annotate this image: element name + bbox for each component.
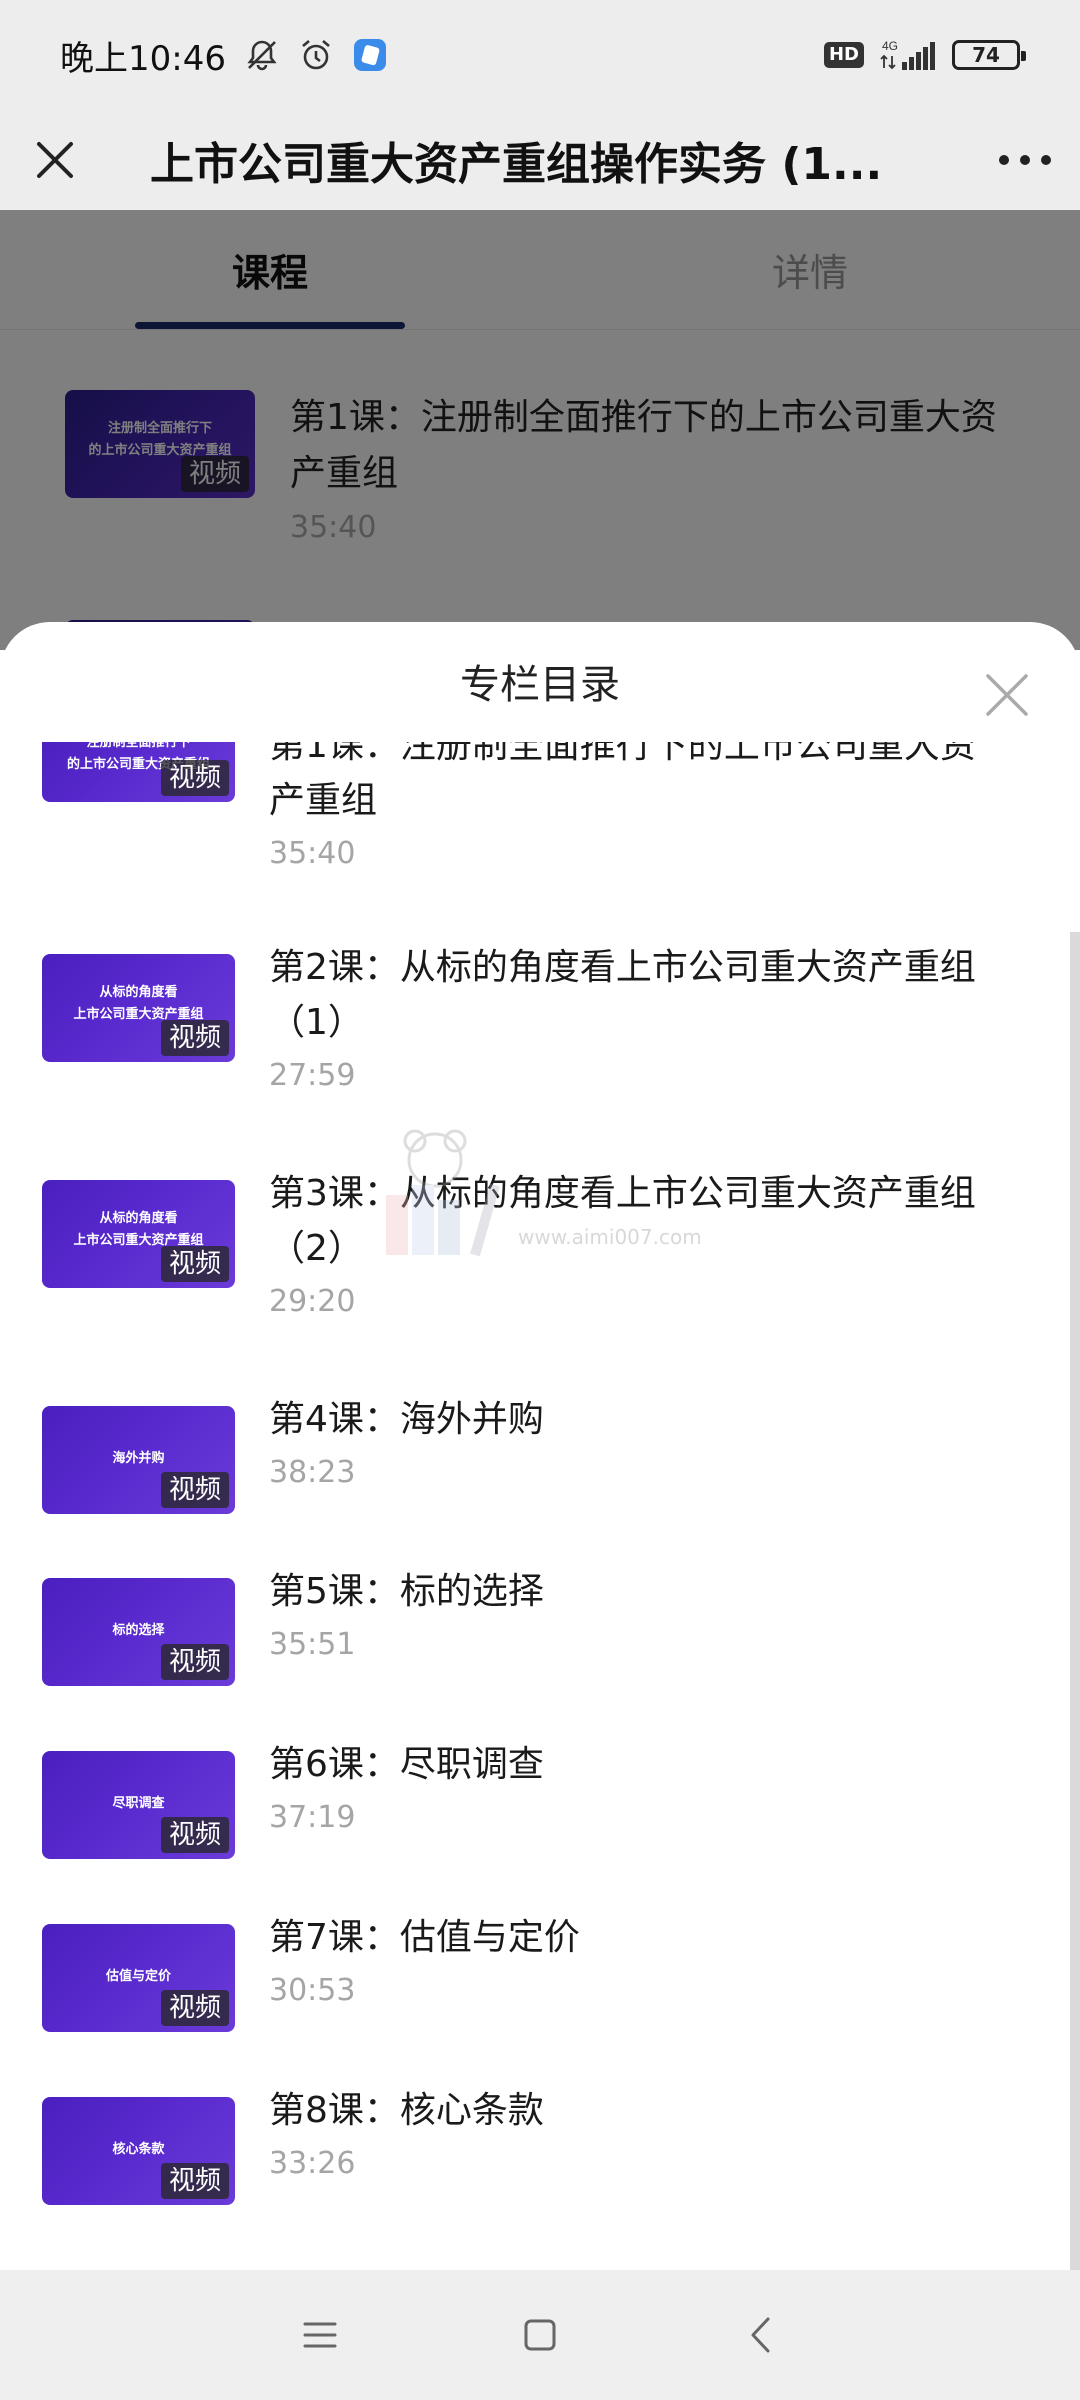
lesson-title: 第1课：注册制全面推行下的上市公司重大资产重组 bbox=[269, 742, 976, 821]
thumbnail-caption-line: 从标的角度看 bbox=[99, 1211, 178, 1226]
lesson-thumbnail: 标的选择 视频 bbox=[42, 1578, 235, 1686]
lesson-thumbnail: 尽职调查 视频 bbox=[42, 1751, 235, 1859]
lesson-thumbnail: 注册制全面推行下 的上市公司重大资产重组 视频 bbox=[42, 742, 235, 802]
lesson-title: 第6课：尽职调查 bbox=[269, 1744, 544, 1785]
lesson-text: 第1课：注册制全面推行下的上市公司重大资产重组 35:40 bbox=[269, 742, 1009, 874]
video-badge: 视频 bbox=[160, 1472, 229, 1508]
home-icon bbox=[524, 2319, 556, 2351]
lesson-title: 第5课：标的选择 bbox=[269, 1571, 544, 1612]
lesson-title: 第3课：从标的角度看上市公司重大资产重组（2） bbox=[269, 1173, 976, 1269]
lesson-thumbnail: 从标的角度看 上市公司重大资产重组 视频 bbox=[42, 1180, 235, 1288]
system-nav-bar bbox=[0, 2270, 1080, 2400]
thumbnail-caption: 海外并购 bbox=[42, 1448, 235, 1470]
sheet-close-button[interactable] bbox=[984, 672, 1030, 718]
lesson-title: 第2课：从标的角度看上市公司重大资产重组（1） bbox=[269, 947, 976, 1043]
video-badge: 视频 bbox=[160, 1990, 229, 2026]
lesson-text: 第7课：估值与定价 30:53 bbox=[269, 1910, 1009, 2032]
scrollbar[interactable] bbox=[1070, 932, 1080, 2270]
thumbnail-caption-line: 注册制全面推行下 bbox=[86, 742, 191, 750]
status-bar: 晚上10:46 HD 4G 74 bbox=[0, 0, 1080, 110]
lesson-list[interactable]: 注册制全面推行下 的上市公司重大资产重组 视频 第1课：注册制全面推行下的上市公… bbox=[0, 742, 1080, 2270]
thumbnail-caption: 估值与定价 bbox=[42, 1966, 235, 1988]
dim-overlay[interactable] bbox=[0, 210, 1080, 650]
video-badge: 视频 bbox=[160, 1644, 229, 1680]
nav-menu-button[interactable] bbox=[210, 2270, 430, 2400]
more-button[interactable] bbox=[970, 110, 1080, 210]
bell-off-icon bbox=[244, 37, 280, 73]
close-icon bbox=[986, 674, 1028, 716]
nav-home-button[interactable] bbox=[430, 2270, 650, 2400]
thumbnail-caption-line: 估值与定价 bbox=[105, 1969, 171, 1984]
lesson-item-6[interactable]: 尽职调查 视频 第6课：尽职调查 37:19 bbox=[42, 1744, 1032, 1859]
page: 晚上10:46 HD 4G 74 上市公司重大资产重组操作实务 (1... 专栏… bbox=[0, 0, 1080, 2400]
menu-icon bbox=[303, 2322, 337, 2348]
lesson-duration: 27:59 bbox=[269, 1058, 356, 1093]
lesson-duration: 37:19 bbox=[269, 1800, 356, 1835]
lesson-title: 第4课：海外并购 bbox=[269, 1399, 544, 1440]
lesson-item-7[interactable]: 估值与定价 视频 第7课：估值与定价 30:53 bbox=[42, 1917, 1032, 2032]
back-icon bbox=[751, 2317, 770, 2353]
lesson-thumbnail: 海外并购 视频 bbox=[42, 1406, 235, 1514]
thumbnail-caption-line: 标的选择 bbox=[112, 1623, 165, 1638]
battery-indicator: 74 bbox=[952, 40, 1026, 70]
hd-badge: HD bbox=[823, 42, 864, 68]
thumbnail-caption-line: 核心条款 bbox=[112, 2142, 165, 2157]
lesson-title: 第8课：核心条款 bbox=[269, 2090, 544, 2131]
app-header: 上市公司重大资产重组操作实务 (1... bbox=[0, 110, 1080, 210]
thumbnail-caption: 尽职调查 bbox=[42, 1793, 235, 1815]
lesson-item-2[interactable]: 从标的角度看 上市公司重大资产重组 视频 第2课：从标的角度看上市公司重大资产重… bbox=[42, 947, 1032, 1096]
lesson-text: 第4课：海外并购 38:23 bbox=[269, 1392, 1009, 1514]
lesson-duration: 35:40 bbox=[269, 836, 356, 871]
video-badge: 视频 bbox=[160, 1020, 229, 1056]
lesson-duration: 38:23 bbox=[269, 1455, 356, 1490]
lesson-item-3[interactable]: 从标的角度看 上市公司重大资产重组 视频 第3课：从标的角度看上市公司重大资产重… bbox=[42, 1173, 1032, 1322]
close-button[interactable] bbox=[0, 110, 110, 210]
lesson-text: 第6课：尽职调查 37:19 bbox=[269, 1737, 1009, 1859]
network-label: 4G bbox=[882, 39, 898, 53]
lesson-thumbnail: 核心条款 视频 bbox=[42, 2097, 235, 2205]
video-badge: 视频 bbox=[160, 1246, 229, 1282]
close-icon bbox=[37, 142, 73, 178]
lesson-text: 第8课：核心条款 33:26 bbox=[269, 2083, 1009, 2205]
lesson-text: 第5课：标的选择 35:51 bbox=[269, 1564, 1009, 1686]
lesson-duration: 35:51 bbox=[269, 1627, 356, 1662]
thumbnail-caption-line: 海外并购 bbox=[112, 1451, 165, 1466]
more-icon bbox=[999, 155, 1051, 165]
lesson-thumbnail: 从标的角度看 上市公司重大资产重组 视频 bbox=[42, 954, 235, 1062]
video-badge: 视频 bbox=[160, 1817, 229, 1853]
status-right: HD 4G 74 bbox=[823, 38, 1026, 72]
status-time: 晚上10:46 bbox=[60, 38, 226, 79]
lesson-duration: 30:53 bbox=[269, 1973, 356, 2008]
signal-icon: 4G bbox=[878, 38, 938, 72]
sheet-title: 专栏目录 bbox=[460, 662, 620, 708]
thumbnail-caption: 标的选择 bbox=[42, 1620, 235, 1642]
alarm-icon bbox=[298, 37, 334, 73]
lesson-item-4[interactable]: 海外并购 视频 第4课：海外并购 38:23 bbox=[42, 1399, 1032, 1514]
video-badge: 视频 bbox=[160, 760, 229, 796]
nav-back-button[interactable] bbox=[650, 2270, 870, 2400]
lesson-title: 第7课：估值与定价 bbox=[269, 1917, 580, 1958]
lesson-item-8[interactable]: 核心条款 视频 第8课：核心条款 33:26 bbox=[42, 2090, 1032, 2205]
thumbnail-caption: 核心条款 bbox=[42, 2139, 235, 2161]
lesson-thumbnail: 估值与定价 视频 bbox=[42, 1924, 235, 2032]
page-title: 上市公司重大资产重组操作实务 (1... bbox=[150, 139, 883, 190]
lesson-text: 第2课：从标的角度看上市公司重大资产重组（1） 27:59 bbox=[269, 940, 1009, 1096]
lesson-text: 第3课：从标的角度看上市公司重大资产重组（2） 29:20 bbox=[269, 1166, 1009, 1322]
lesson-duration: 33:26 bbox=[269, 2146, 356, 2181]
lesson-duration: 29:20 bbox=[269, 1284, 356, 1319]
lesson-item-5[interactable]: 标的选择 视频 第5课：标的选择 35:51 bbox=[42, 1571, 1032, 1686]
lesson-item-1[interactable]: 注册制全面推行下 的上市公司重大资产重组 视频 第1课：注册制全面推行下的上市公… bbox=[42, 742, 1032, 874]
thumbnail-caption-line: 从标的角度看 bbox=[99, 985, 178, 1000]
catalog-sheet: 专栏目录 注册制全面推行下 的上市公司重大资产重组 视频 第1课：注册制全面推行… bbox=[0, 622, 1080, 2270]
video-badge: 视频 bbox=[160, 2163, 229, 2199]
app-notification-icon bbox=[352, 37, 388, 73]
thumbnail-caption-line: 尽职调查 bbox=[112, 1796, 165, 1811]
